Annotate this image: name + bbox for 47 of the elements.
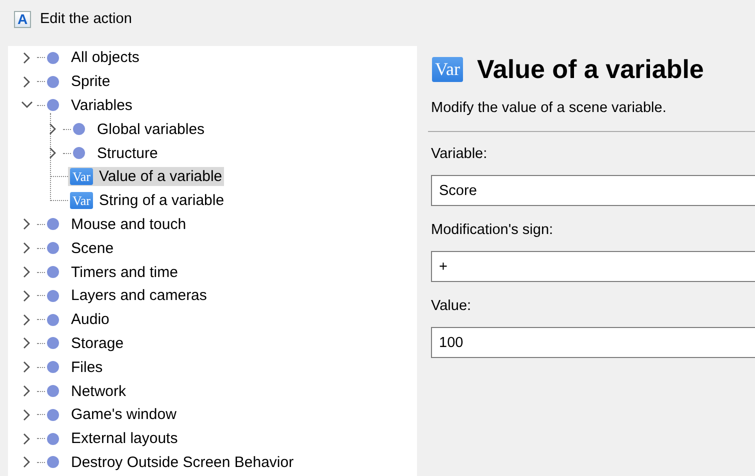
action-description: Modify the value of a scene variable. [430,100,668,118]
tree-item[interactable]: All objects [47,48,142,68]
variable-icon: Var [70,168,93,186]
tree-item[interactable]: Files [47,358,105,377]
app-icon: A [14,10,31,28]
bullet-icon [47,266,59,278]
tree-item[interactable]: Destroy Outside Screen Behavior [47,452,296,472]
tree-item[interactable]: Variables [47,96,134,115]
bullet-icon [73,123,85,136]
window-title: Edit the action [40,11,132,27]
tree-item[interactable]: Scene [47,238,116,258]
tree-item[interactable]: Var Value of a variable [68,167,224,186]
bullet-icon [47,290,59,302]
field-label: Variable: [431,146,488,162]
bullet-icon [47,408,59,421]
tree-item[interactable]: Audio [47,310,112,330]
bullet-icon [47,76,59,88]
bullet-icon [73,147,85,160]
field-label: Modification's sign: [431,222,554,238]
tree-item[interactable]: Sprite [47,72,112,92]
variable-icon: Var [70,192,93,210]
input-field[interactable]: + [431,251,755,282]
tree-item[interactable]: Layers and cameras [47,286,209,306]
bullet-icon [47,218,59,230]
bullet-icon [47,99,59,112]
tree-item[interactable]: External layouts [47,429,180,448]
tree-item[interactable]: Structure [73,144,160,163]
bullet-icon [47,456,59,468]
tree-item[interactable]: Var String of a variable [68,191,226,210]
input-field[interactable]: Score [431,175,755,206]
bullet-icon [47,432,59,445]
bullet-icon [47,361,59,374]
bullet-icon [47,52,59,64]
tree-item[interactable]: Network [47,382,128,401]
bullet-icon [47,242,59,254]
tree-item[interactable]: Mouse and touch [47,214,188,234]
field-label: Value: [431,298,472,314]
bullet-icon [47,337,59,350]
tree-item[interactable]: Global variables [73,120,207,139]
variable-icon: Var [432,56,463,82]
tree-item[interactable]: Game's window [47,405,178,424]
input-field[interactable]: 100 [431,327,755,358]
tree-item[interactable]: Storage [47,334,126,353]
bullet-icon [47,314,59,326]
tree-item[interactable]: Timers and time [47,262,180,282]
action-title: Value of a variable [477,54,704,84]
bullet-icon [47,385,59,398]
